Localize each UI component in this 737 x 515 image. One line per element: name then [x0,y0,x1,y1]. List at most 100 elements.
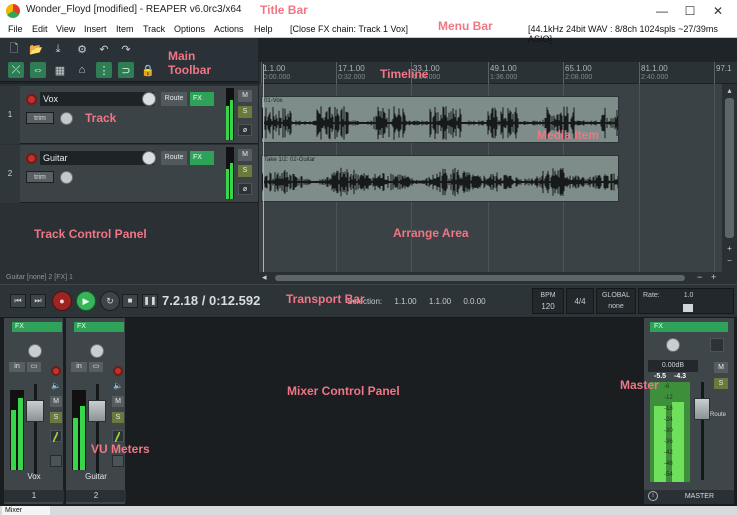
project-settings-icon[interactable]: ⚙ [74,41,90,57]
master-fx-button[interactable]: FX [650,322,728,332]
zoom-out-icon[interactable]: − [725,256,734,265]
vertical-scroll-thumb[interactable] [725,98,734,238]
go-to-end-button[interactable]: ⏭ [30,294,46,308]
position-readout[interactable]: 7.2.18 / 0:12.592 [162,293,260,308]
phase-button[interactable]: ø [238,183,252,195]
volume-knob[interactable] [142,151,156,165]
playrate-slider-handle[interactable] [683,304,693,312]
menu-track[interactable]: Track [143,24,165,34]
menu-insert[interactable]: Insert [84,24,107,34]
master-mute-button[interactable]: M [714,362,728,373]
mixer-solo-button[interactable]: S [50,412,62,423]
mixer-fx-button[interactable]: FX [12,322,62,332]
vertical-scrollbar[interactable]: ▴ + − [722,84,737,272]
mixer-record-arm-button[interactable] [113,366,123,376]
pause-button[interactable]: ❚❚ [142,294,158,308]
scroll-left-icon[interactable]: ◂ [262,272,267,283]
global-value[interactable]: none [597,301,635,312]
metronome-icon[interactable]: ⤫ [8,62,24,78]
media-item-guitar[interactable]: Take 1/2: 02-Guitar [261,155,619,202]
minimize-button[interactable]: — [648,2,676,20]
timeline-ruler[interactable]: 1.1.00 0:00.000 17.1.00 0:32.000 33.1.00 1:… [259,62,737,84]
stop-button[interactable]: ■ [122,294,138,308]
arrange-area[interactable]: 01-Vox Take 1/2: 02-Guitar [259,84,722,272]
audio-status[interactable]: [44.1kHz 24bit WAV : 8/8ch 1024spls ~27/… [528,24,737,44]
speaker-icon[interactable]: 🔈 [113,381,123,390]
horizontal-zoom-out-icon[interactable]: − [697,272,702,282]
automation-mode-button[interactable]: trim [26,112,54,124]
mixer-strip-number[interactable]: 1 [4,490,64,502]
mixer-mute-button[interactable]: M [112,396,124,407]
io-routing-icon[interactable]: ▭ [27,362,41,372]
mixer-fx-button[interactable]: FX [74,322,124,332]
mixer-pan-knob[interactable] [90,344,104,358]
info-icon[interactable]: i [648,491,658,501]
repeat-button[interactable]: ↻ [100,291,120,311]
master-volume-fader[interactable] [694,398,710,420]
global-automation-box[interactable]: GLOBAL none [596,288,636,314]
redo-icon[interactable]: ↷ [118,41,134,57]
menu-edit[interactable]: Edit [32,24,48,34]
pan-knob[interactable] [60,171,73,184]
menu-actions[interactable]: Actions [214,24,244,34]
mixer-mute-button[interactable]: M [50,396,62,407]
maximize-button[interactable]: ☐ [676,2,704,20]
open-project-icon[interactable]: 📂 [28,41,44,57]
track-number[interactable]: 2 [0,145,20,203]
horizontal-scrollbar[interactable]: ◂ − + [259,272,737,284]
loop-icon[interactable]: ⊃ [118,62,134,78]
playrate-box[interactable]: Rate: 1.0 [638,288,734,314]
volume-knob[interactable] [142,92,156,106]
master-route-button[interactable]: Route [710,412,726,418]
mixer-pan-knob[interactable] [28,344,42,358]
mixer-record-arm-button[interactable] [51,366,61,376]
volume-fader[interactable] [26,400,44,422]
go-to-start-button[interactable]: ⏮ [10,294,26,308]
bpm-value[interactable]: 120 [533,301,563,312]
menu-file[interactable]: File [8,24,23,34]
rate-value[interactable]: 1.0 [684,292,694,299]
fx-chain-menu[interactable]: [Close FX chain: Track 1 Vox] [290,24,408,34]
horizontal-scroll-thumb[interactable] [275,275,685,281]
input-button[interactable]: in [71,362,87,372]
menu-options[interactable]: Options [174,24,205,34]
selection-readout[interactable]: Selection: 1.1.00 1.1.00 0.0.00 [347,297,486,306]
mixer-strip-number[interactable]: 2 [66,490,126,502]
time-signature[interactable]: 4/4 [566,288,594,314]
track-name-field[interactable]: Vox [40,92,154,106]
snap-grid-icon[interactable]: ⋮ [96,62,112,78]
master-solo-button[interactable]: S [714,378,728,389]
close-button[interactable]: ✕ [704,2,732,20]
record-arm-button[interactable] [26,153,37,164]
mixer-strip-name[interactable]: Vox [4,472,64,481]
save-project-icon[interactable]: ⤓ [50,41,66,57]
menu-item[interactable]: Item [116,24,134,34]
input-button[interactable]: in [9,362,25,372]
fx-insert-icon[interactable] [50,455,62,467]
speaker-icon[interactable]: 🔈 [51,381,61,390]
envelope-icon[interactable] [50,430,62,442]
automation-mode-button[interactable]: trim [26,171,54,183]
mono-stereo-icon[interactable] [710,338,724,352]
play-button[interactable]: ▶ [76,291,96,311]
track-number[interactable]: 1 [0,86,20,144]
bpm-box[interactable]: BPM 120 [532,288,564,314]
phase-button[interactable]: ø [238,124,252,136]
track-guitar[interactable]: 2 Guitar Route FX trim M S ø [0,145,258,203]
mute-button[interactable]: M [238,90,252,102]
scroll-up-icon[interactable]: ▴ [725,86,734,95]
grouping-icon[interactable]: ▦ [52,62,68,78]
fx-button[interactable]: FX [190,151,214,165]
volume-fader[interactable] [88,400,106,422]
fx-insert-icon[interactable] [112,455,124,467]
mixer-strip-vox[interactable]: FX in ▭ 🔈 M S Vox 1 [4,318,64,504]
io-routing-icon[interactable]: ▭ [89,362,103,372]
envelope-icon[interactable] [112,430,124,442]
selection-length[interactable]: 0.0.00 [463,297,485,306]
master-pan-knob[interactable] [666,338,680,352]
lock-icon[interactable]: 🔒 [140,62,156,78]
master-volume-readout[interactable]: 0.00dB [648,360,698,372]
solo-button[interactable]: S [238,165,252,177]
solo-button[interactable]: S [238,106,252,118]
track-name-field[interactable]: Guitar [40,151,154,165]
